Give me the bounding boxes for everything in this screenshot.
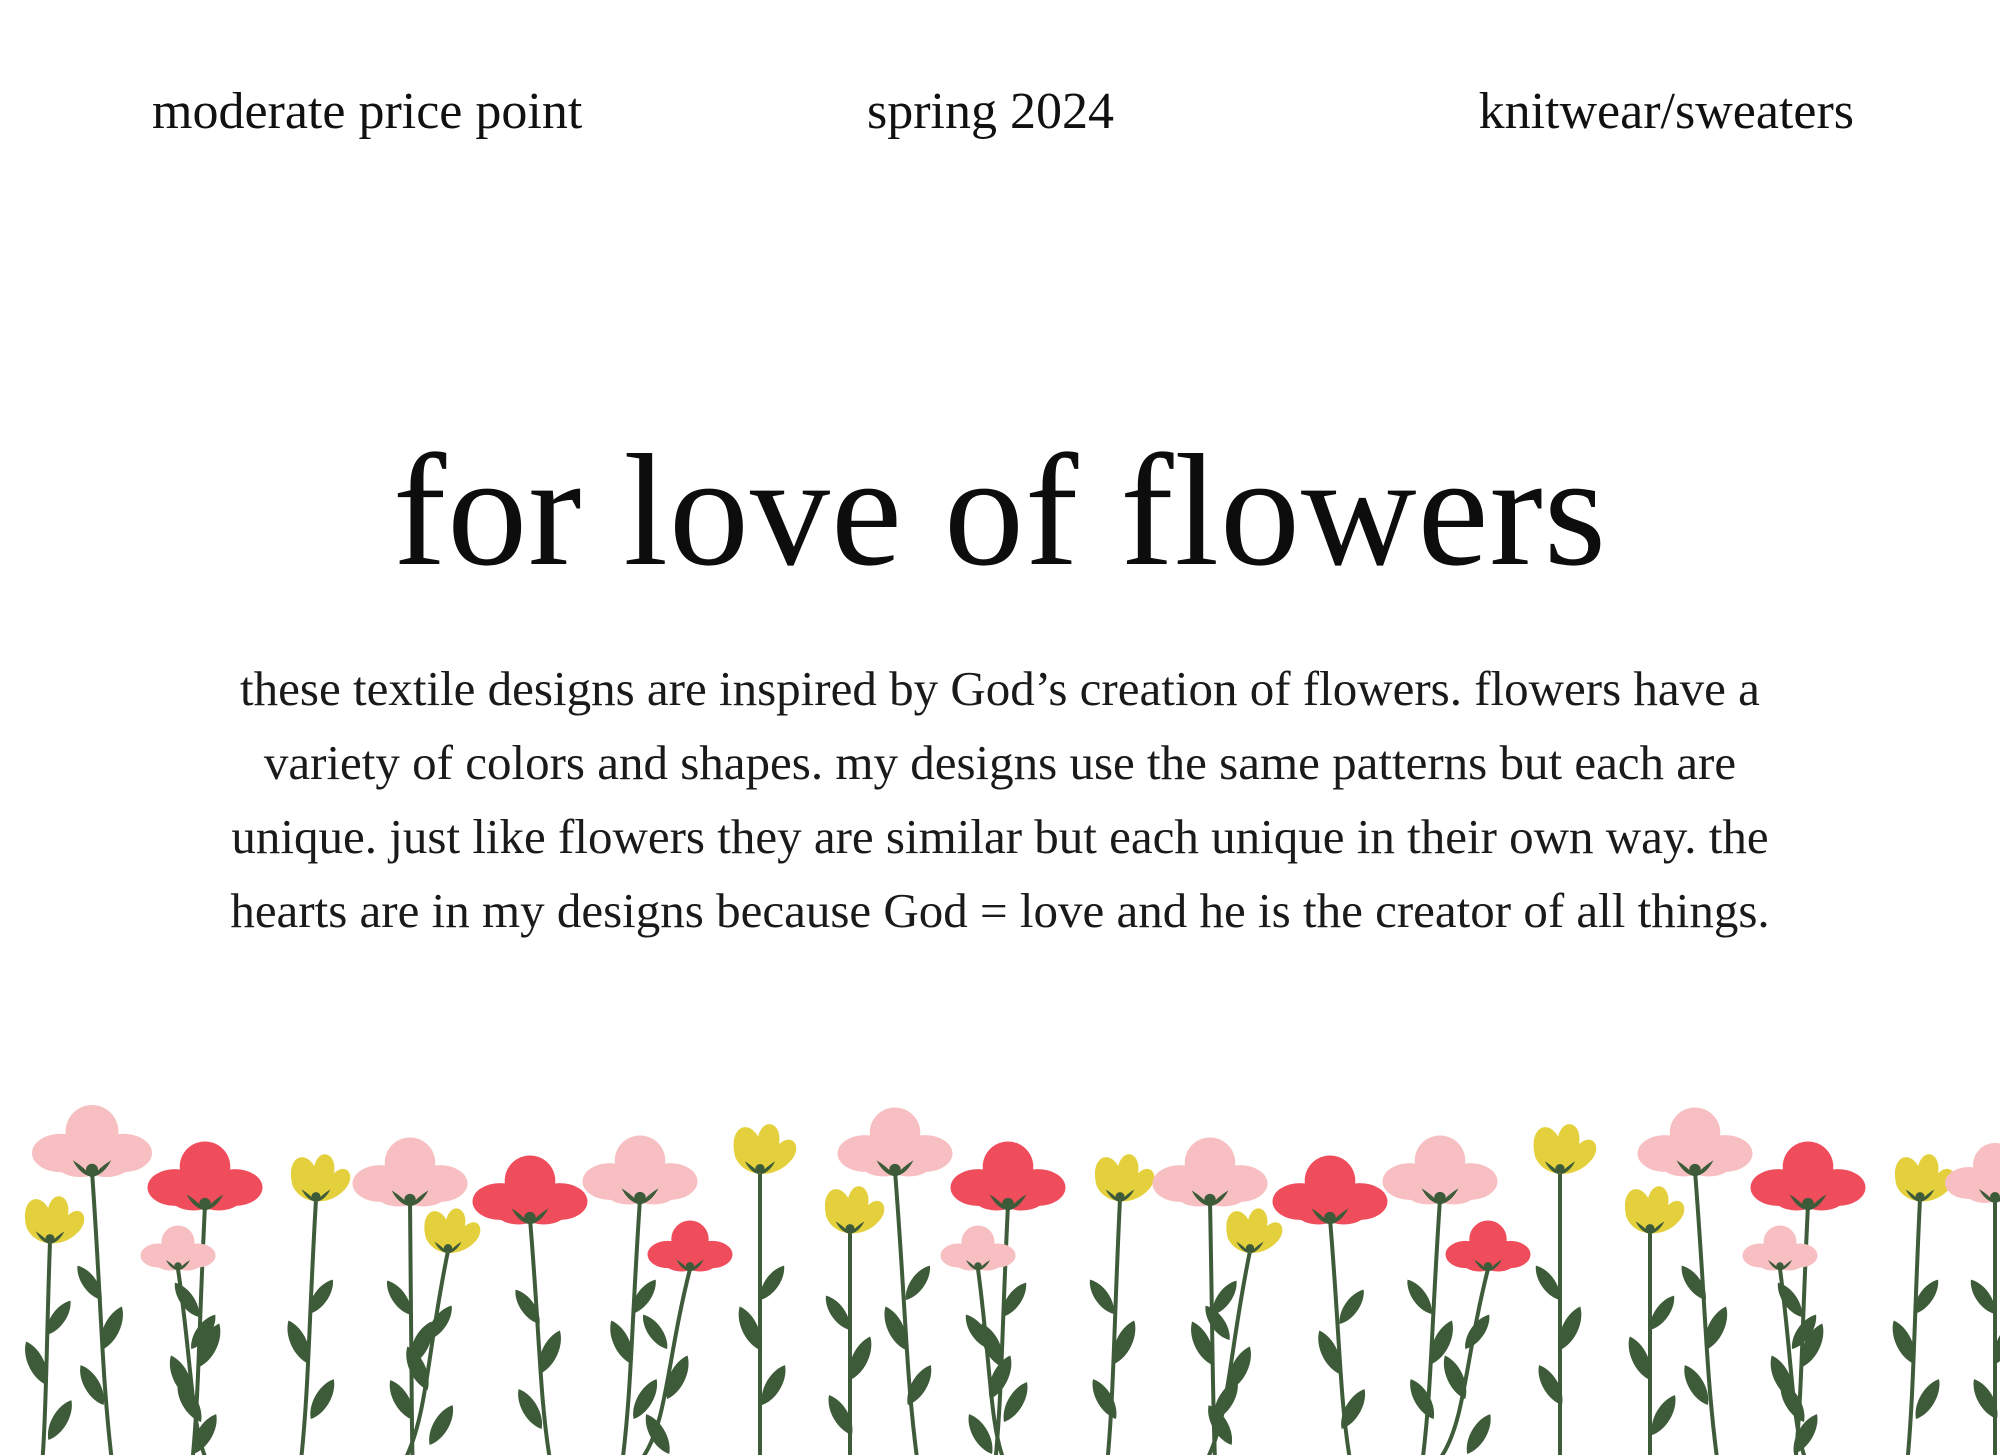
stem-line <box>1693 1169 1719 1455</box>
flower-icon <box>1382 1135 1498 1205</box>
flower-icon <box>147 1141 263 1211</box>
leaf-icon <box>631 1279 656 1314</box>
flower-icon <box>950 1141 1066 1211</box>
stem-line <box>40 1239 52 1455</box>
flower-icon <box>1094 1154 1155 1202</box>
flower-icon <box>1226 1208 1283 1254</box>
leaf-icon <box>389 1380 414 1420</box>
leaf-icon <box>1793 1414 1818 1454</box>
flower-icon <box>424 1208 481 1254</box>
leaf-icon <box>1915 1379 1940 1419</box>
flower-icon <box>1637 1107 1753 1177</box>
flower-icon <box>352 1137 468 1207</box>
price-point-label: moderate price point <box>152 83 583 140</box>
flower-icon <box>31 1105 152 1177</box>
flower-border-illustration <box>24 1105 2000 1455</box>
leaf-icon <box>310 1379 335 1419</box>
category-label: knitwear/sweaters <box>1478 83 1854 140</box>
leaf-icon <box>1466 1414 1491 1454</box>
flower-icon <box>1945 1143 2000 1203</box>
leaf-icon <box>429 1405 454 1445</box>
flower-icon <box>1533 1124 1597 1175</box>
leaf-icon <box>633 1379 658 1419</box>
flower-icon <box>1894 1154 1955 1202</box>
flower-icon <box>290 1154 351 1202</box>
flower-icon <box>1750 1141 1866 1211</box>
flower-icon <box>824 1186 885 1234</box>
flower-icon <box>940 1225 1016 1271</box>
flower-icon <box>582 1135 698 1205</box>
flower-icon <box>733 1124 797 1175</box>
season-label: spring 2024 <box>867 83 1114 140</box>
flower-icon <box>24 1196 85 1244</box>
flower-icon <box>1272 1155 1388 1225</box>
description-paragraph: these textile designs are inspired by Go… <box>230 661 1770 938</box>
leaf-icon <box>1092 1379 1117 1419</box>
flower-icon <box>472 1155 588 1225</box>
flower-icon <box>647 1220 733 1272</box>
flower-icon <box>1624 1186 1685 1234</box>
leaf-icon <box>515 1289 540 1324</box>
flower-icon <box>1152 1137 1268 1207</box>
stem-line <box>893 1169 919 1455</box>
leaf-icon <box>1410 1379 1435 1419</box>
leaf-icon <box>643 1314 668 1349</box>
header-row: moderate price point spring 2024 knitwea… <box>0 82 2000 142</box>
leaf-icon <box>828 1395 853 1435</box>
stem-line <box>90 1169 114 1455</box>
page-title: for love of flowers <box>392 421 1608 599</box>
leaf-icon <box>1538 1365 1563 1405</box>
leaf-icon <box>1681 1265 1706 1300</box>
flower-icon <box>837 1107 953 1177</box>
flower-icon <box>1445 1220 1531 1272</box>
leaf-icon <box>77 1265 102 1300</box>
